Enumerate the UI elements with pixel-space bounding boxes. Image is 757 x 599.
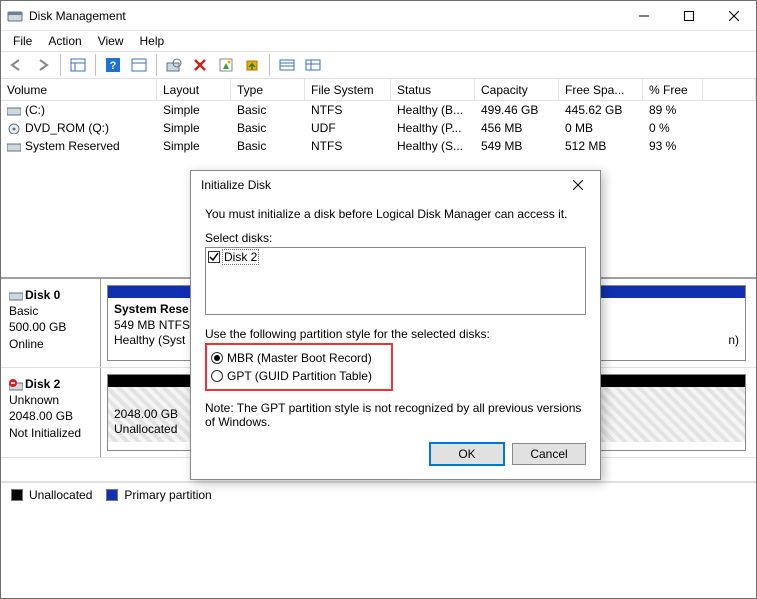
col-capacity[interactable]: Capacity [475, 79, 559, 100]
partition-style-label: Use the following partition style for th… [205, 327, 586, 341]
delete-button[interactable] [188, 53, 212, 77]
disk-header[interactable]: Disk 0 Basic 500.00 GB Online [1, 279, 101, 367]
highlight-box: MBR (Master Boot Record) GPT (GUID Parti… [205, 343, 393, 391]
cancel-button[interactable]: Cancel [512, 443, 586, 465]
volume-row[interactable]: System Reserved Simple Basic NTFS Health… [1, 137, 756, 155]
disk-select-item: Disk 2 [223, 250, 258, 264]
radio-icon [211, 370, 223, 382]
legend-primary: Primary partition [124, 488, 211, 502]
checkbox-disk2[interactable] [208, 251, 220, 263]
title-bar: Disk Management [1, 1, 756, 31]
swatch-primary [106, 489, 118, 501]
col-volume[interactable]: Volume [1, 79, 157, 100]
col-layout[interactable]: Layout [157, 79, 231, 100]
select-disks-label: Select disks: [205, 231, 586, 245]
disk-error-icon [9, 379, 23, 391]
col-filesystem[interactable]: File System [305, 79, 391, 100]
radio-gpt[interactable]: GPT (GUID Partition Table) [211, 367, 385, 385]
radio-mbr[interactable]: MBR (Master Boot Record) [211, 349, 385, 367]
forward-button[interactable] [31, 53, 55, 77]
volume-list-header: Volume Layout Type File System Status Ca… [1, 79, 756, 101]
disk-header[interactable]: Disk 2 Unknown 2048.00 GB Not Initialize… [1, 368, 101, 457]
rescan-button[interactable] [162, 53, 186, 77]
swatch-unallocated [11, 489, 23, 501]
help-button[interactable]: ? [101, 53, 125, 77]
view-button[interactable] [66, 53, 90, 77]
col-spacer [703, 79, 756, 100]
disk-select-list[interactable]: Disk 2 [205, 247, 586, 315]
drive-icon [9, 290, 23, 301]
volume-row[interactable]: DVD_ROM (Q:) Simple Basic UDF Healthy (P… [1, 119, 756, 137]
window-title: Disk Management [29, 9, 126, 23]
col-free[interactable]: Free Spa... [559, 79, 643, 100]
drive-icon [7, 105, 21, 116]
dialog-close-button[interactable] [558, 173, 598, 197]
menu-action[interactable]: Action [42, 32, 87, 50]
action-button[interactable] [240, 53, 264, 77]
ok-button[interactable]: OK [430, 443, 504, 465]
app-icon [7, 8, 23, 24]
col-type[interactable]: Type [231, 79, 305, 100]
close-button[interactable] [711, 1, 756, 30]
menu-bar: File Action View Help [1, 31, 756, 51]
partition-cap [108, 286, 202, 298]
initialize-disk-dialog: Initialize Disk You must initialize a di… [190, 170, 601, 480]
menu-help[interactable]: Help [134, 32, 171, 50]
legend-unallocated: Unallocated [29, 488, 92, 502]
legend: Unallocated Primary partition [1, 482, 756, 506]
toolbar: ? [1, 51, 756, 79]
maximize-button[interactable] [666, 1, 711, 30]
menu-view[interactable]: View [92, 32, 130, 50]
minimize-button[interactable] [621, 1, 666, 30]
dialog-title: Initialize Disk [201, 178, 271, 192]
volume-row[interactable]: (C:) Simple Basic NTFS Healthy (B... 499… [1, 101, 756, 119]
refresh-button[interactable] [127, 53, 151, 77]
dialog-note: Note: The GPT partition style is not rec… [205, 401, 586, 429]
col-status[interactable]: Status [391, 79, 475, 100]
menu-file[interactable]: File [7, 32, 38, 50]
drive-icon [7, 141, 21, 152]
properties-button[interactable] [214, 53, 238, 77]
partition[interactable]: System Rese549 MB NTFSHealthy (Syst [107, 285, 203, 361]
disc-icon [7, 123, 21, 134]
detail-button[interactable] [301, 53, 325, 77]
col-pct[interactable]: % Free [643, 79, 703, 100]
back-button[interactable] [5, 53, 29, 77]
list-button[interactable] [275, 53, 299, 77]
dialog-intro: You must initialize a disk before Logica… [205, 207, 586, 221]
svg-text:?: ? [110, 60, 117, 72]
radio-icon [211, 352, 223, 364]
